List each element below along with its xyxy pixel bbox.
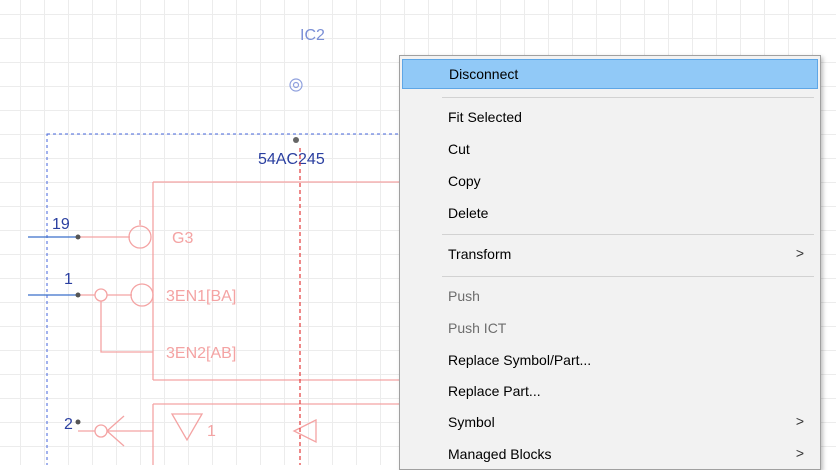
pin-number-1: 1 (64, 271, 73, 288)
menu-item-transform[interactable]: Transform > (402, 239, 818, 269)
menu-separator (442, 234, 814, 235)
menu-item-label: Fit Selected (448, 109, 522, 125)
menu-item-replace-part[interactable]: Replace Part... (402, 376, 818, 406)
menu-item-disconnect[interactable]: Disconnect (402, 59, 818, 89)
menu-item-label: Disconnect (449, 66, 519, 82)
menu-item-label: Symbol (448, 414, 495, 430)
symbol-origin-icon[interactable] (289, 78, 303, 92)
menu-item-label: Replace Symbol/Part... (448, 352, 592, 368)
menu-item-label: Cut (448, 141, 470, 157)
menu-item-fit-selected[interactable]: Fit Selected (402, 102, 818, 132)
menu-item-replace-symbol-part[interactable]: Replace Symbol/Part... (402, 345, 818, 375)
ref-designator-label: IC2 (300, 27, 325, 44)
pin-label-buffer-1: 1 (207, 423, 216, 440)
chevron-right-icon: > (795, 245, 804, 261)
context-menu: Disconnect Fit Selected Cut Copy Delete … (399, 55, 821, 470)
pin-label-3en2: 3EN2[AB] (166, 345, 236, 362)
menu-item-label: Push (448, 288, 480, 304)
pin-number-19: 19 (52, 216, 70, 233)
part-name-label: 54AC245 (258, 151, 325, 168)
part-anchor-handle[interactable] (293, 137, 299, 143)
menu-item-label: Transform (448, 246, 512, 262)
menu-item-delete[interactable]: Delete (402, 198, 818, 228)
menu-item-label: Replace Part... (448, 383, 541, 399)
symbol-body[interactable] (78, 181, 420, 465)
menu-item-label: Managed Blocks (448, 446, 552, 462)
chevron-right-icon: > (795, 445, 804, 461)
menu-separator (442, 97, 814, 98)
pin-endpoints[interactable] (75, 234, 81, 425)
menu-item-label: Delete (448, 205, 489, 221)
pin-number-2: 2 (64, 416, 73, 433)
menu-item-copy[interactable]: Copy (402, 166, 818, 196)
menu-item-push[interactable]: Push (402, 281, 818, 311)
menu-separator (442, 276, 814, 277)
chevron-right-icon: > (795, 413, 804, 429)
menu-item-push-ict[interactable]: Push ICT (402, 313, 818, 343)
menu-item-label: Copy (448, 173, 481, 189)
menu-item-cut[interactable]: Cut (402, 134, 818, 164)
pin-label-3en1: 3EN1[BA] (166, 288, 236, 305)
menu-item-label: Push ICT (448, 320, 507, 336)
menu-item-symbol[interactable]: Symbol > (402, 407, 818, 437)
pin-label-g3: G3 (172, 230, 193, 247)
